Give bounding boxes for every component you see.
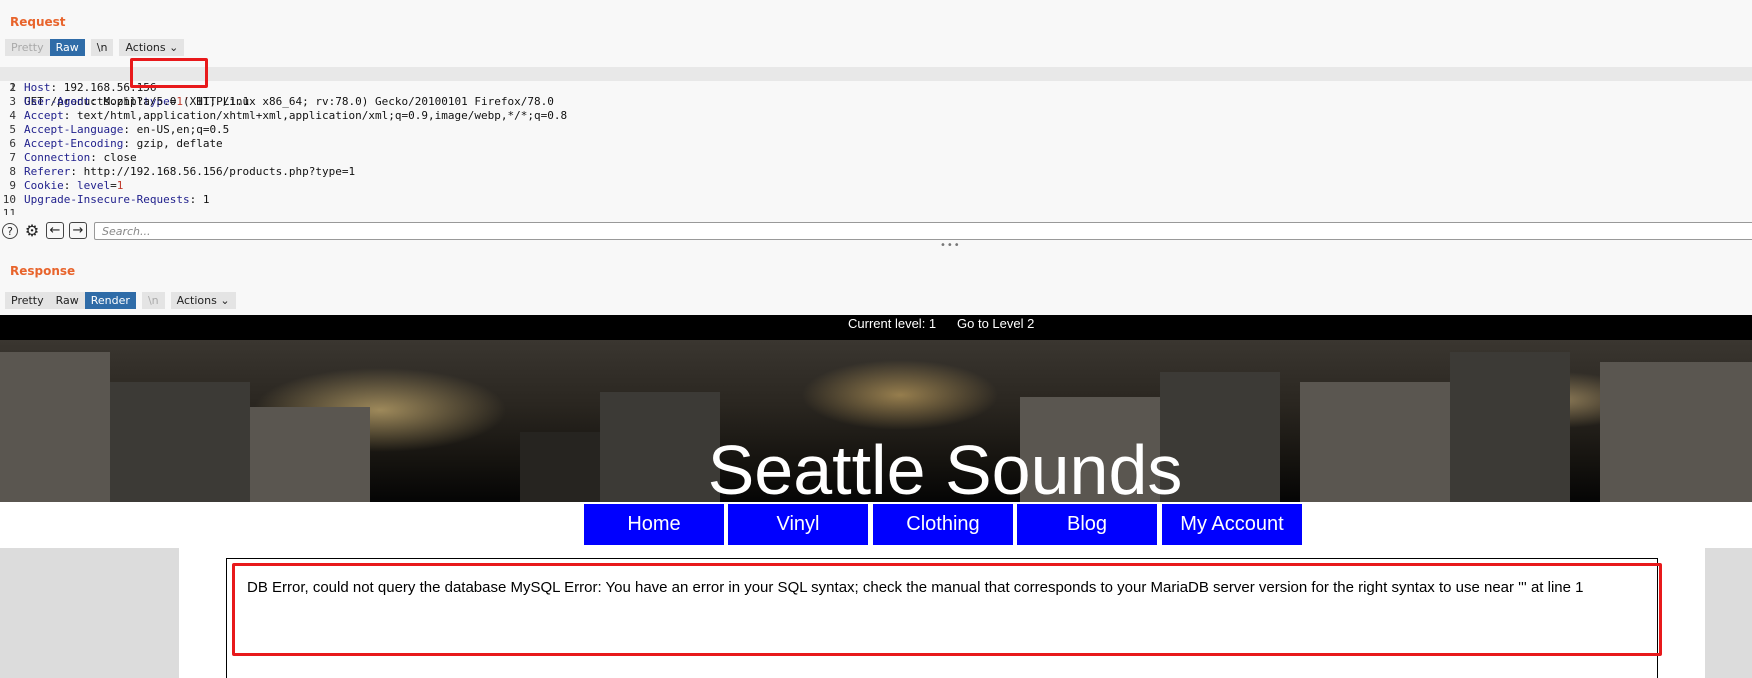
request-line: 4 Accept: text/html,application/xhtml+xml…	[0, 109, 1752, 123]
drag-handle-icon: •••	[940, 240, 961, 251]
response-actions-menu[interactable]: Actions ⌄	[170, 292, 236, 309]
chevron-down-icon: ⌄	[220, 294, 230, 307]
header-line: User-Agent: Mozilla/5.0 (X11; Linux x86_…	[24, 95, 554, 108]
header-key: Accept-Language	[24, 123, 124, 136]
header-line: Cookie: level=1	[24, 179, 124, 192]
nav-my-account[interactable]: My Account	[1162, 504, 1302, 545]
cookie-value: 1	[116, 179, 124, 192]
response-pretty-tab[interactable]: Pretty	[5, 292, 50, 309]
request-line: 2 Host: 192.168.56.156	[0, 81, 1752, 95]
header-line: Connection: close	[24, 151, 137, 164]
request-pretty-tab[interactable]: Pretty	[5, 39, 50, 56]
header-key: Connection	[24, 151, 91, 164]
request-line: 1 GET /products.php?type=1' HTTP/1.1	[0, 67, 1752, 108]
chevron-down-icon: ⌄	[169, 41, 179, 54]
request-newline-toggle[interactable]: \n	[90, 39, 114, 56]
request-line: 7 Connection: close	[0, 151, 1752, 165]
request-search-bar: ? ⚙ ← →	[0, 222, 1752, 240]
request-editor[interactable]: 1 GET /products.php?type=1' HTTP/1.1 2 Ho…	[0, 67, 1752, 215]
line-number: 8	[9, 165, 16, 178]
line-number: 9	[9, 179, 16, 192]
line-number: 5	[9, 123, 16, 136]
response-actions-label: Actions	[176, 294, 217, 307]
response-newline-toggle[interactable]: \n	[141, 292, 165, 309]
nav-vinyl[interactable]: Vinyl	[728, 504, 868, 545]
request-line: 8 Referer: http://192.168.56.156/products…	[0, 165, 1752, 179]
response-raw-tab[interactable]: Raw	[49, 292, 85, 309]
request-line: 11	[0, 207, 1752, 215]
request-raw-tab[interactable]: Raw	[49, 39, 85, 56]
request-line: 10 Upgrade-Insecure-Requests: 1	[0, 193, 1752, 207]
cookie-eq: =	[110, 179, 117, 192]
line-number: 10	[2, 193, 16, 206]
site-nav: Home Vinyl Clothing Blog My Account	[0, 502, 1752, 549]
error-highlight-box	[232, 563, 1662, 656]
nav-clothing[interactable]: Clothing	[873, 504, 1013, 545]
header-value: close	[96, 151, 137, 164]
header-line: Upgrade-Insecure-Requests: 1	[24, 193, 210, 206]
header-value: http://192.168.56.156/products.php?type=…	[76, 165, 356, 178]
line-number: 3	[9, 95, 16, 108]
header-key: Upgrade-Insecure-Requests	[24, 193, 190, 206]
response-title: Response	[10, 264, 76, 278]
line-number: 7	[9, 151, 16, 164]
request-toolbar: Pretty Raw \n Actions ⌄	[5, 39, 185, 56]
current-level-text: Current level: 1	[848, 316, 937, 331]
arrow-left-icon[interactable]: ←	[46, 222, 64, 239]
request-actions-label: Actions	[125, 41, 166, 54]
line-number: 11	[2, 207, 16, 215]
header-line: Accept-Language: en-US,en;q=0.5	[24, 123, 230, 136]
response-render-tab[interactable]: Render	[84, 292, 136, 309]
header-line: Accept-Encoding: gzip, deflate	[24, 137, 223, 150]
pane-splitter[interactable]: •••	[0, 240, 1752, 254]
response-toolbar: Pretty Raw Render \n Actions ⌄	[5, 292, 236, 309]
header-key: Accept	[24, 109, 64, 122]
header-key: Host	[24, 81, 51, 94]
header-value: text/html,application/xhtml+xml,applicat…	[70, 109, 568, 122]
header-value: en-US,en;q=0.5	[129, 123, 230, 136]
header-value: 1	[196, 193, 210, 206]
gear-icon[interactable]: ⚙	[24, 223, 40, 239]
header-key: Cookie	[24, 179, 64, 192]
site-banner-image: Seattle Sounds	[0, 340, 1752, 502]
go-to-level-link[interactable]: Go to Level 2	[957, 315, 1034, 333]
arrow-right-icon[interactable]: →	[69, 222, 87, 239]
site-title: Seattle Sounds	[707, 431, 1183, 502]
request-line: 3 User-Agent: Mozilla/5.0 (X11; Linux x86…	[0, 95, 1752, 109]
header-line: Accept: text/html,application/xhtml+xml,…	[24, 109, 568, 122]
level-bar: Current level: 1 Go to Level 2	[0, 315, 1752, 340]
request-line: 6 Accept-Encoding: gzip, deflate	[0, 137, 1752, 151]
request-actions-menu[interactable]: Actions ⌄	[119, 39, 185, 56]
header-value	[70, 179, 77, 192]
request-line: 5 Accept-Language: en-US,en;q=0.5	[0, 123, 1752, 137]
request-line: 9 Cookie: level=1	[0, 179, 1752, 193]
header-value: Mozilla/5.0 (X11; Linux x86_64; rv:78.0)…	[96, 95, 554, 108]
nav-blog[interactable]: Blog	[1017, 504, 1157, 545]
header-key: User-Agent	[24, 95, 91, 108]
line-number: 4	[9, 109, 16, 122]
header-key: Accept-Encoding	[24, 137, 124, 150]
nav-home[interactable]: Home	[584, 504, 724, 545]
header-line: Referer: http://192.168.56.156/products.…	[24, 165, 356, 178]
header-key: Referer	[24, 165, 71, 178]
param-highlight-box	[130, 58, 208, 88]
help-icon[interactable]: ?	[2, 223, 18, 239]
cookie-key: level	[77, 179, 111, 192]
search-input[interactable]	[94, 222, 1752, 240]
request-title: Request	[10, 15, 66, 29]
line-number: 6	[9, 137, 16, 150]
line-number: 2	[9, 81, 16, 94]
header-value: gzip, deflate	[129, 137, 223, 150]
